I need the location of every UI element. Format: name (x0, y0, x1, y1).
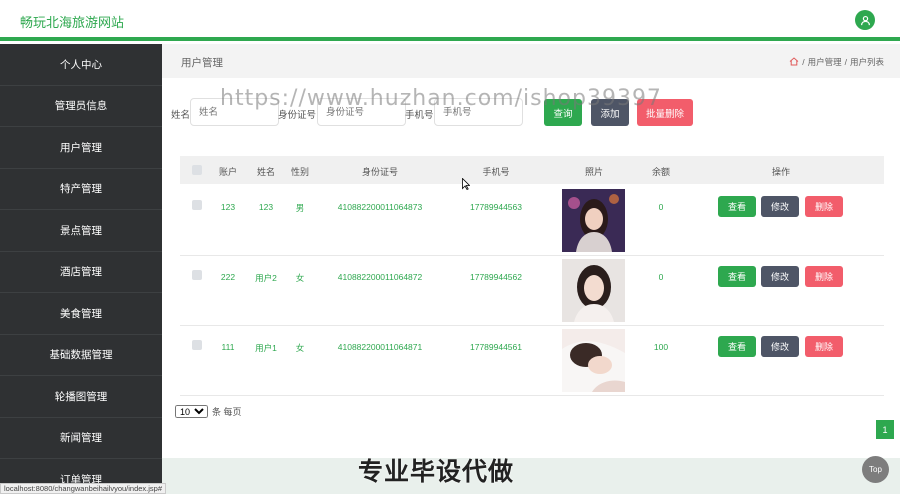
gender-cell: 女 (295, 343, 305, 353)
main-content: 用户管理 / 用户管理 / 用户列表 姓名 身份证号 手机号 查询 添加 批量删… (162, 44, 900, 494)
sidebar-item-profile[interactable]: 个人中心 (0, 44, 162, 86)
add-button[interactable]: 添加 (591, 99, 629, 126)
user-photo (562, 189, 625, 252)
account-cell: 123 (220, 202, 236, 212)
edit-button[interactable]: 修改 (761, 196, 799, 217)
phone-cell: 17789944563 (469, 202, 523, 212)
sidebar-item-news[interactable]: 新闻管理 (0, 418, 162, 459)
delete-button[interactable]: 删除 (805, 266, 843, 287)
id-number-cell: 410882200011064872 (337, 272, 423, 282)
breadcrumb-separator: / (844, 57, 847, 67)
page-number-button[interactable]: 1 (876, 420, 894, 439)
top-header: 畅玩北海旅游网站 (0, 0, 900, 41)
sidebar-item-label: 美食管理 (60, 307, 102, 320)
search-bar: 姓名 身份证号 手机号 查询 添加 批量删除 (171, 98, 891, 128)
id-number-label: 身份证号 (278, 110, 317, 121)
sidebar-item-label: 管理员信息 (54, 100, 108, 113)
phone-label: 手机号 (405, 110, 434, 121)
back-to-top-button[interactable]: Top (862, 456, 889, 483)
sidebar-item-label: 新闻管理 (60, 432, 102, 445)
sidebar: 个人中心 管理员信息 用户管理 特产管理 景点管理 酒店管理 美食管理 基础数据… (0, 44, 162, 494)
user-photo (562, 329, 625, 392)
table-row: 222 用户2 女 410882200011064872 17789944562… (180, 256, 884, 326)
site-title[interactable]: 畅玩北海旅游网站 (20, 12, 124, 31)
page-size-control: 10 条 每页 (175, 405, 242, 418)
table-header: 账户 姓名 性别 身份证号 手机号 照片 余额 操作 (180, 156, 884, 184)
sidebar-item-hotels[interactable]: 酒店管理 (0, 252, 162, 293)
sidebar-item-admins[interactable]: 管理员信息 (0, 86, 162, 127)
phone-cell: 17789944562 (469, 272, 523, 282)
sidebar-item-label: 基础数据管理 (49, 349, 113, 362)
sidebar-item-attractions[interactable]: 景点管理 (0, 210, 162, 252)
view-button[interactable]: 查看 (718, 266, 756, 287)
name-cell: 用户2 (255, 273, 277, 283)
promo-banner-text: 专业毕设代做 (358, 457, 515, 486)
sidebar-item-basic-data[interactable]: 基础数据管理 (0, 335, 162, 376)
edit-button[interactable]: 修改 (761, 336, 799, 357)
sidebar-item-label: 用户管理 (60, 141, 102, 154)
delete-button[interactable]: 删除 (805, 196, 843, 217)
phone-cell: 17789944561 (469, 342, 523, 352)
column-header: 操作 (771, 167, 791, 177)
page-title: 用户管理 (181, 57, 223, 69)
delete-button[interactable]: 删除 (805, 336, 843, 357)
column-header: 性别 (290, 167, 310, 177)
column-header: 身份证号 (361, 167, 399, 177)
column-header: 手机号 (482, 167, 510, 177)
name-cell: 用户1 (255, 343, 277, 353)
breadcrumb-users[interactable]: 用户管理 (808, 56, 842, 68)
page-size-suffix: 条 每页 (212, 407, 242, 417)
balance-cell: 0 (658, 202, 664, 212)
gender-cell: 男 (295, 203, 305, 213)
sidebar-item-label: 轮播图管理 (54, 390, 108, 403)
column-header: 姓名 (256, 167, 276, 177)
row-checkbox[interactable] (192, 270, 202, 280)
table-row: 111 用户1 女 410882200011064871 17789944561… (180, 326, 884, 396)
sidebar-item-food[interactable]: 美食管理 (0, 293, 162, 335)
name-label: 姓名 (171, 110, 191, 121)
sidebar-item-label: 特产管理 (60, 183, 102, 196)
row-checkbox[interactable] (192, 200, 202, 210)
page-size-select[interactable]: 10 (175, 405, 208, 418)
sidebar-item-label: 酒店管理 (60, 266, 102, 279)
mouse-cursor-icon (462, 178, 470, 190)
sidebar-item-carousel[interactable]: 轮播图管理 (0, 376, 162, 418)
column-header: 余额 (651, 167, 671, 177)
breadcrumb: / 用户管理 / 用户列表 (789, 56, 884, 68)
phone-input[interactable] (434, 98, 523, 126)
sidebar-item-label: 景点管理 (60, 224, 102, 237)
name-input[interactable] (190, 98, 279, 126)
batch-delete-button[interactable]: 批量删除 (637, 99, 693, 126)
name-cell: 123 (258, 202, 274, 212)
sidebar-item-users[interactable]: 用户管理 (0, 127, 162, 169)
balance-cell: 100 (653, 342, 669, 352)
sidebar-item-specialties[interactable]: 特产管理 (0, 169, 162, 210)
sidebar-item-label: 个人中心 (60, 58, 102, 71)
footer-band (162, 458, 900, 494)
column-header: 照片 (584, 167, 604, 177)
title-bar: 用户管理 / 用户管理 / 用户列表 (162, 44, 900, 78)
id-number-input[interactable] (317, 98, 406, 126)
breadcrumb-separator: / (802, 57, 805, 67)
status-bar-url: localhost:8080/changwanbeihailvyou/index… (0, 483, 167, 494)
column-header: 账户 (218, 167, 238, 177)
table-row: 123 123 男 410882200011064873 17789944563… (180, 186, 884, 256)
account-cell: 222 (220, 272, 236, 282)
view-button[interactable]: 查看 (718, 336, 756, 357)
balance-cell: 0 (658, 272, 664, 282)
select-all-checkbox[interactable] (192, 165, 202, 175)
query-button[interactable]: 查询 (544, 99, 582, 126)
edit-button[interactable]: 修改 (761, 266, 799, 287)
breadcrumb-user-list: 用户列表 (849, 57, 884, 67)
id-number-cell: 410882200011064871 (337, 342, 423, 352)
home-icon[interactable] (789, 56, 799, 68)
gender-cell: 女 (295, 273, 305, 283)
account-cell: 111 (221, 342, 235, 352)
row-checkbox[interactable] (192, 340, 202, 350)
view-button[interactable]: 查看 (718, 196, 756, 217)
user-icon[interactable] (855, 10, 875, 30)
user-photo (562, 259, 625, 322)
id-number-cell: 410882200011064873 (337, 202, 423, 212)
